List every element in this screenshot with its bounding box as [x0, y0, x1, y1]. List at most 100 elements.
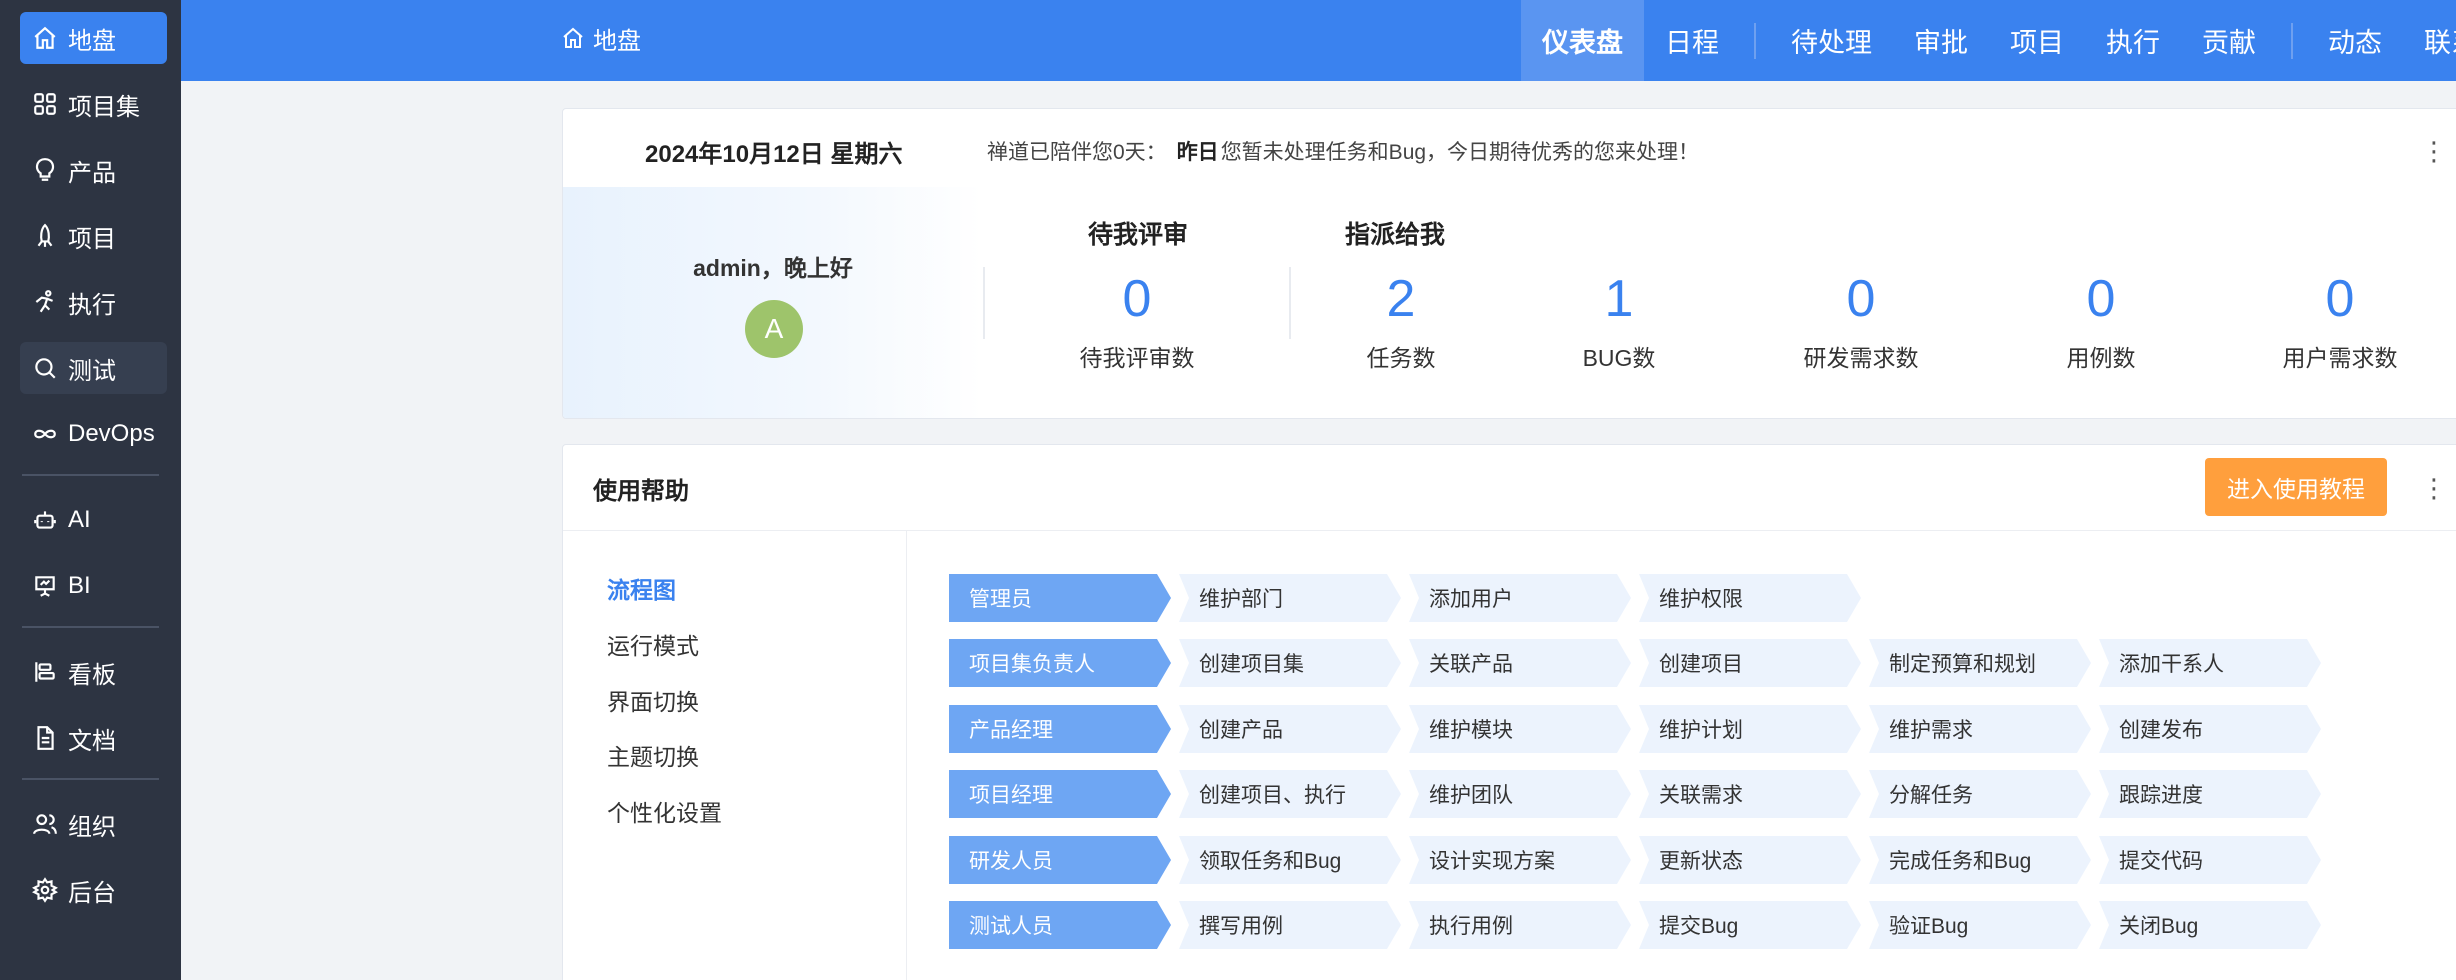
avatar[interactable]: A [745, 300, 803, 358]
tab-project[interactable]: 项目 [1989, 0, 2085, 81]
flow-step[interactable]: 关闭Bug [2099, 901, 2321, 949]
tab-calendar[interactable]: 日程 [1644, 0, 1740, 81]
users-icon [32, 811, 58, 837]
current-date: 2024年10月12日 星期六 [645, 140, 903, 168]
flow-step[interactable]: 创建项目集 [1179, 639, 1401, 687]
sidebar-item-product[interactable]: 产品 [20, 144, 167, 196]
stat-stories[interactable]: 0 研发需求数 [1751, 267, 1971, 373]
sidebar-item-program[interactable]: 项目集 [20, 78, 167, 130]
flow-step[interactable]: 分解任务 [1869, 770, 2091, 818]
welcome-panel: 2024年10月12日 星期六 禅道已陪伴您0天： 昨日 您暂未处理任务和Bug… [562, 108, 2456, 419]
flow-step[interactable]: 创建项目 [1639, 639, 1861, 687]
sidebar-item-test[interactable]: 测试 [20, 342, 167, 394]
flow-step[interactable]: 完成任务和Bug [1869, 836, 2091, 884]
flow-step[interactable]: 领取任务和Bug [1179, 836, 1401, 884]
tab-dynamic[interactable]: 动态 [2307, 0, 2403, 81]
flow-step[interactable]: 跟踪进度 [2099, 770, 2321, 818]
tab-todo[interactable]: 待处理 [1770, 0, 1893, 81]
sidebar-item-label: 执行 [68, 291, 116, 319]
sidebar: 地盘 项目集 产品 项目 执行 测试 DevOps AI BI 看板 文档 组织… [0, 0, 181, 980]
flow-step[interactable]: 撰写用例 [1179, 901, 1401, 949]
help-nav-ui-switch[interactable]: 界面切换 [607, 683, 699, 717]
flow-step[interactable]: 设计实现方案 [1409, 836, 1631, 884]
stat-tasks[interactable]: 2 任务数 [1291, 267, 1511, 373]
sidebar-item-ai[interactable]: AI [20, 494, 167, 546]
sidebar-item-project[interactable]: 项目 [20, 210, 167, 262]
document-icon [32, 725, 58, 751]
flow-step[interactable]: 创建项目、执行 [1179, 770, 1401, 818]
flow-step[interactable]: 维护需求 [1869, 705, 2091, 753]
flow-step[interactable]: 制定预算和规划 [1869, 639, 2091, 687]
sidebar-item-admin[interactable]: 后台 [20, 864, 167, 916]
tab-contacts[interactable]: 联系人 [2403, 0, 2456, 81]
flow-step[interactable]: 维护模块 [1409, 705, 1631, 753]
tab-contribution[interactable]: 贡献 [2181, 0, 2277, 81]
more-menu-icon[interactable]: ⋮ [2419, 131, 2449, 171]
flow-row: 产品经理 创建产品 维护模块 维护计划 维护需求 创建发布 [949, 705, 2449, 753]
sidebar-divider [22, 778, 159, 780]
flow-row: 项目经理 创建项目、执行 维护团队 关联需求 分解任务 跟踪进度 [949, 770, 2449, 818]
tab-execution[interactable]: 执行 [2085, 0, 2181, 81]
flow-step[interactable]: 关联需求 [1639, 770, 1861, 818]
flow-role: 测试人员 [949, 901, 1171, 949]
run-icon [32, 289, 58, 315]
tab-dashboard[interactable]: 仪表盘 [1521, 0, 1644, 81]
sidebar-item-devops[interactable]: DevOps [20, 408, 167, 460]
flow-step[interactable]: 关联产品 [1409, 639, 1631, 687]
help-nav-personalize[interactable]: 个性化设置 [607, 794, 722, 828]
help-nav-theme[interactable]: 主题切换 [607, 738, 699, 772]
breadcrumb[interactable]: 地盘 [561, 0, 641, 76]
flow-step[interactable]: 创建产品 [1179, 705, 1401, 753]
flow-step[interactable]: 创建发布 [2099, 705, 2321, 753]
flow-step[interactable]: 验证Bug [1869, 901, 2091, 949]
sidebar-divider [22, 626, 159, 628]
sidebar-item-kanban[interactable]: 看板 [20, 646, 167, 698]
sidebar-item-label: BI [68, 572, 91, 599]
flow-step[interactable]: 维护团队 [1409, 770, 1631, 818]
tutorial-button[interactable]: 进入使用教程 [2205, 458, 2387, 516]
stat-value: 0 [2086, 270, 2116, 328]
grid-icon [32, 91, 58, 117]
sidebar-item-label: 产品 [68, 159, 116, 187]
stat-label: 用户需求数 [2282, 345, 2398, 371]
divider [983, 267, 985, 339]
tab-approval[interactable]: 审批 [1893, 0, 1989, 81]
message-suffix: 您暂未处理任务和Bug，今日期待优秀的您来处理！ [1220, 141, 1700, 164]
flow-step[interactable]: 维护权限 [1639, 574, 1861, 622]
flow-step[interactable]: 提交代码 [2099, 836, 2321, 884]
sidebar-item-org[interactable]: 组织 [20, 798, 167, 850]
sidebar-item-my[interactable]: 地盘 [20, 12, 167, 64]
robot-icon [32, 507, 58, 533]
stat-label: 待我评审数 [1079, 345, 1195, 371]
stat-review[interactable]: 0 待我评审数 [1027, 267, 1247, 373]
nav-divider [2291, 22, 2293, 59]
stat-value: 2 [1386, 270, 1416, 328]
sidebar-item-execution[interactable]: 执行 [20, 276, 167, 328]
home-icon [563, 27, 583, 48]
stat-cases[interactable]: 0 用例数 [1991, 267, 2211, 373]
more-menu-icon[interactable]: ⋮ [2419, 468, 2449, 508]
flow-step[interactable]: 维护计划 [1639, 705, 1861, 753]
help-nav-mode[interactable]: 运行模式 [607, 627, 699, 661]
gear-icon [32, 877, 58, 903]
flow-role: 管理员 [949, 574, 1171, 622]
sidebar-item-label: 项目集 [68, 93, 140, 121]
sidebar-item-label: DevOps [68, 420, 155, 447]
sidebar-item-label: 项目 [68, 225, 116, 253]
sidebar-item-doc[interactable]: 文档 [20, 712, 167, 764]
stat-value: 0 [1122, 270, 1152, 328]
group-title-review: 待我评审 [1088, 221, 1189, 249]
welcome-message: 禅道已陪伴您0天： 昨日 您暂未处理任务和Bug，今日期待优秀的您来处理！ [987, 131, 1699, 171]
flow-step[interactable]: 添加干系人 [2099, 639, 2321, 687]
flow-step[interactable]: 添加用户 [1409, 574, 1631, 622]
flow-step[interactable]: 维护部门 [1179, 574, 1401, 622]
sidebar-item-label: 组织 [68, 813, 116, 841]
flow-step[interactable]: 提交Bug [1639, 901, 1861, 949]
stat-requirements[interactable]: 0 用户需求数 [2230, 267, 2450, 373]
stat-bugs[interactable]: 1 BUG数 [1509, 267, 1729, 373]
help-nav-flowchart[interactable]: 流程图 [607, 571, 676, 605]
flow-step[interactable]: 执行用例 [1409, 901, 1631, 949]
sidebar-item-label: 测试 [68, 357, 116, 385]
sidebar-item-bi[interactable]: BI [20, 560, 167, 612]
flow-step[interactable]: 更新状态 [1639, 836, 1861, 884]
